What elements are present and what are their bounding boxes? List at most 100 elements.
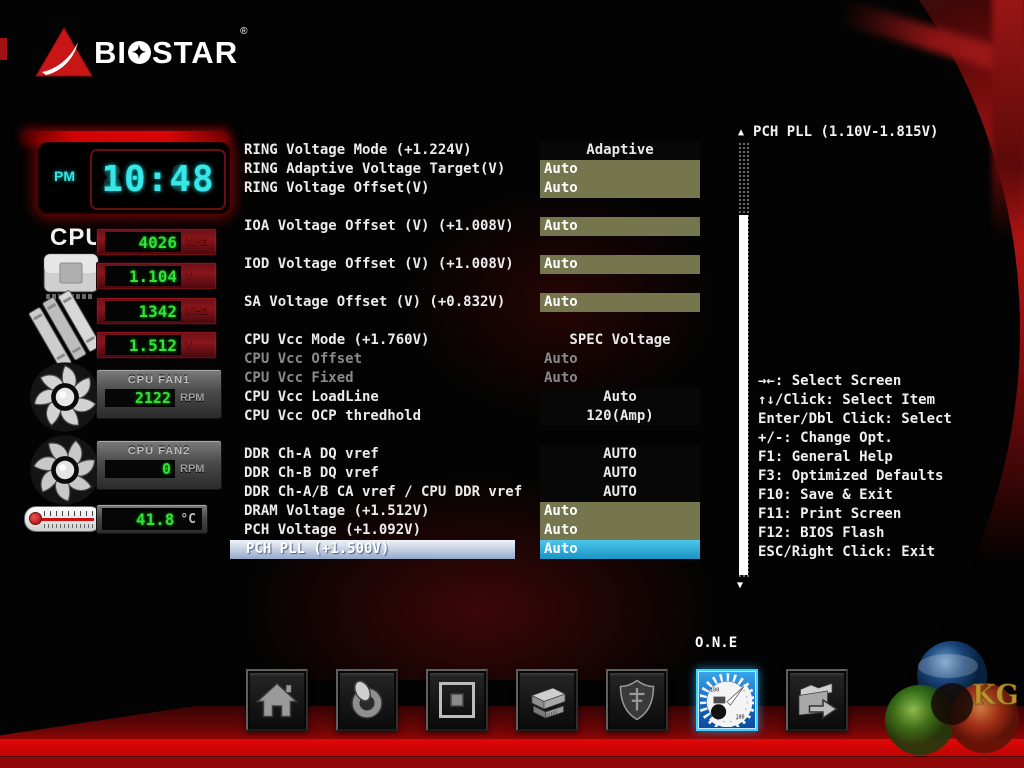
menu-row-label[interactable]: CPU Vcc Mode (+1.760V) <box>244 331 540 350</box>
menu-row-value[interactable]: Auto <box>540 540 700 559</box>
menu-row-value[interactable]: Auto <box>540 388 700 407</box>
tab-one[interactable]: 100 180 <box>696 669 758 731</box>
tab-save-exit[interactable] <box>786 669 848 731</box>
clock-meridiem: PM <box>54 168 75 184</box>
menu-row-label[interactable]: RING Voltage Offset(V) <box>244 179 540 198</box>
clock-time: 10:48 <box>101 159 215 200</box>
tab-chipset[interactable] <box>426 669 488 731</box>
menu-row-label[interactable]: DRAM Voltage (+1.512V) <box>244 502 540 521</box>
menu-row-label[interactable]: DDR Ch-B DQ vref <box>244 464 540 483</box>
toggle-switch-icon <box>351 680 383 719</box>
one-tab-label: O.N.E <box>695 635 738 651</box>
bg-red-streak <box>992 0 1024 240</box>
menu-row[interactable]: SA Voltage Offset (V) (+0.832V) Auto <box>244 293 700 312</box>
menu-row[interactable]: CPU Vcc Mode (+1.760V) SPEC Voltage <box>244 331 700 350</box>
cpu-frequency-panel: 4026 MHz <box>96 228 217 256</box>
gauge-icon: 100 180 <box>700 673 754 727</box>
biostar-triangle-icon <box>35 27 93 77</box>
hotkey-help-line: +/-: Change Opt. <box>758 430 893 446</box>
menu-row-label[interactable]: PCH PLL (+1.500V) <box>230 540 515 559</box>
menu-row-value[interactable]: Auto <box>540 160 700 179</box>
hotkey-help-line: ESC/Right Click: Exit <box>758 544 936 560</box>
hotkey-help-line: Enter/Dbl Click: Select <box>758 411 952 427</box>
menu-row-label[interactable]: PCH Voltage (+1.092V) <box>244 521 540 540</box>
menu-row-value[interactable]: AUTO <box>540 483 700 502</box>
menu-row-value[interactable]: Auto <box>540 179 700 198</box>
hotkey-help-line: ↑↓/Click: Select Item <box>758 392 936 408</box>
menu-row-label[interactable]: CPU Vcc Offset <box>244 350 540 369</box>
scroll-up-icon[interactable]: ▲ <box>738 127 744 138</box>
menu-row[interactable]: CPU Vcc Fixed Auto <box>244 369 700 388</box>
menu-row[interactable]: DDR Ch-B DQ vref AUTO <box>244 464 700 483</box>
menu-row[interactable]: IOD Voltage Offset (V) (+1.008V) Auto <box>244 255 700 274</box>
menu-row-label[interactable]: CPU Vcc OCP thredhold <box>244 407 540 426</box>
menu-row-label[interactable]: SA Voltage Offset (V) (+0.832V) <box>244 293 540 312</box>
scrollbar-thumb[interactable] <box>739 215 748 575</box>
settings-menu: RING Voltage Mode (+1.224V) Adaptive RING … <box>230 141 700 559</box>
menu-row[interactable]: CPU Vcc Offset Auto <box>244 350 700 369</box>
menu-row-value[interactable]: AUTO <box>540 464 700 483</box>
menu-row[interactable]: CPU Vcc OCP thredhold 120(Amp) <box>244 407 700 426</box>
menu-row[interactable]: DRAM Voltage (+1.512V) Auto <box>244 502 700 521</box>
menu-row[interactable]: PCH PLL (+1.500V) Auto <box>230 540 700 559</box>
scrollbar-track[interactable] <box>738 142 749 578</box>
tab-advanced[interactable] <box>336 669 398 731</box>
star-o-icon: ✦ <box>128 40 151 64</box>
menu-row[interactable]: CPU Vcc LoadLine Auto <box>244 388 700 407</box>
menu-row-label[interactable]: CPU Vcc LoadLine <box>244 388 540 407</box>
menu-row-value[interactable]: Auto <box>540 293 700 312</box>
menu-row[interactable]: DDR Ch-A DQ vref AUTO <box>244 445 700 464</box>
menu-row[interactable]: PCH Voltage (+1.092V) Auto <box>244 521 700 540</box>
hotkey-help-line: F10: Save & Exit <box>758 487 893 503</box>
menu-row-value[interactable]: SPEC Voltage <box>540 331 700 350</box>
cpu-fan2-panel: CPU FAN2 0 RPM <box>96 440 222 490</box>
menu-row-label[interactable]: DDR Ch-A DQ vref <box>244 445 540 464</box>
hotkey-help-line: F1: General Help <box>758 449 893 465</box>
menu-row-value[interactable]: AUTO <box>540 445 700 464</box>
cpu-voltage-value: 1.104 <box>128 266 177 286</box>
memory-voltage-panel: 1.512 V <box>96 331 217 359</box>
hotkey-help-line: F12: BIOS Flash <box>758 525 885 541</box>
svg-text:180: 180 <box>735 715 744 721</box>
cpu-fan2-title: CPU FAN2 <box>127 445 191 457</box>
tab-main[interactable] <box>246 669 308 731</box>
cpu-frequency-unit: MHz <box>185 236 208 248</box>
menu-row-label[interactable]: IOD Voltage Offset (V) (+1.008V) <box>244 255 540 274</box>
clock-display: 88:88 10:48 <box>90 149 226 210</box>
folder-exit-icon <box>798 682 838 720</box>
hotkey-help-line: F3: Optimized Defaults <box>758 468 944 484</box>
kitguru-watermark: KG <box>885 641 1019 755</box>
menu-row-value[interactable]: Auto <box>540 369 700 388</box>
temperature-unit: °C <box>180 511 196 527</box>
bg-edge-notch <box>0 38 7 60</box>
menu-row-label[interactable]: RING Adaptive Voltage Target(V) <box>244 160 540 179</box>
fan-icon <box>30 435 100 505</box>
svg-text:100: 100 <box>710 688 719 694</box>
menu-row-value[interactable]: Auto <box>540 350 700 369</box>
menu-row-value[interactable]: Auto <box>540 521 700 540</box>
hotkey-help-line: F11: Print Screen <box>758 506 902 522</box>
tab-security[interactable] <box>606 669 668 731</box>
menu-row-value[interactable]: 120(Amp) <box>540 407 700 426</box>
menu-row[interactable]: DDR Ch-A/B CA vref / CPU DDR vref AUTO <box>244 483 700 502</box>
chipset-icon <box>439 682 475 718</box>
menu-row-value[interactable]: Auto <box>540 255 700 274</box>
menu-row-value[interactable]: Adaptive <box>540 141 700 160</box>
scroll-down-icon[interactable]: ▼ <box>737 580 743 591</box>
memory-voltage-value: 1.512 <box>128 335 177 355</box>
tab-boot[interactable] <box>516 669 578 731</box>
menu-row-label[interactable]: CPU Vcc Fixed <box>244 369 540 388</box>
menu-row-label[interactable]: IOA Voltage Offset (V) (+1.008V) <box>244 217 540 236</box>
menu-row[interactable]: RING Voltage Mode (+1.224V) Adaptive <box>244 141 700 160</box>
menu-row[interactable]: RING Voltage Offset(V) Auto <box>244 179 700 198</box>
menu-row-value[interactable]: Auto <box>540 502 700 521</box>
cpu-fan1-panel: CPU FAN1 2122 RPM <box>96 369 222 419</box>
bottom-red-strip <box>0 756 1024 768</box>
menu-row[interactable]: RING Adaptive Voltage Target(V) Auto <box>244 160 700 179</box>
info-title-text: PCH PLL (1.10V-1.815V) <box>753 124 939 140</box>
menu-row[interactable]: IOA Voltage Offset (V) (+1.008V) Auto <box>244 217 700 236</box>
shield-icon <box>619 679 655 721</box>
menu-row-label[interactable]: DDR Ch-A/B CA vref / CPU DDR vref <box>244 483 540 502</box>
menu-row-label[interactable]: RING Voltage Mode (+1.224V) <box>244 141 540 160</box>
menu-row-value[interactable]: Auto <box>540 217 700 236</box>
